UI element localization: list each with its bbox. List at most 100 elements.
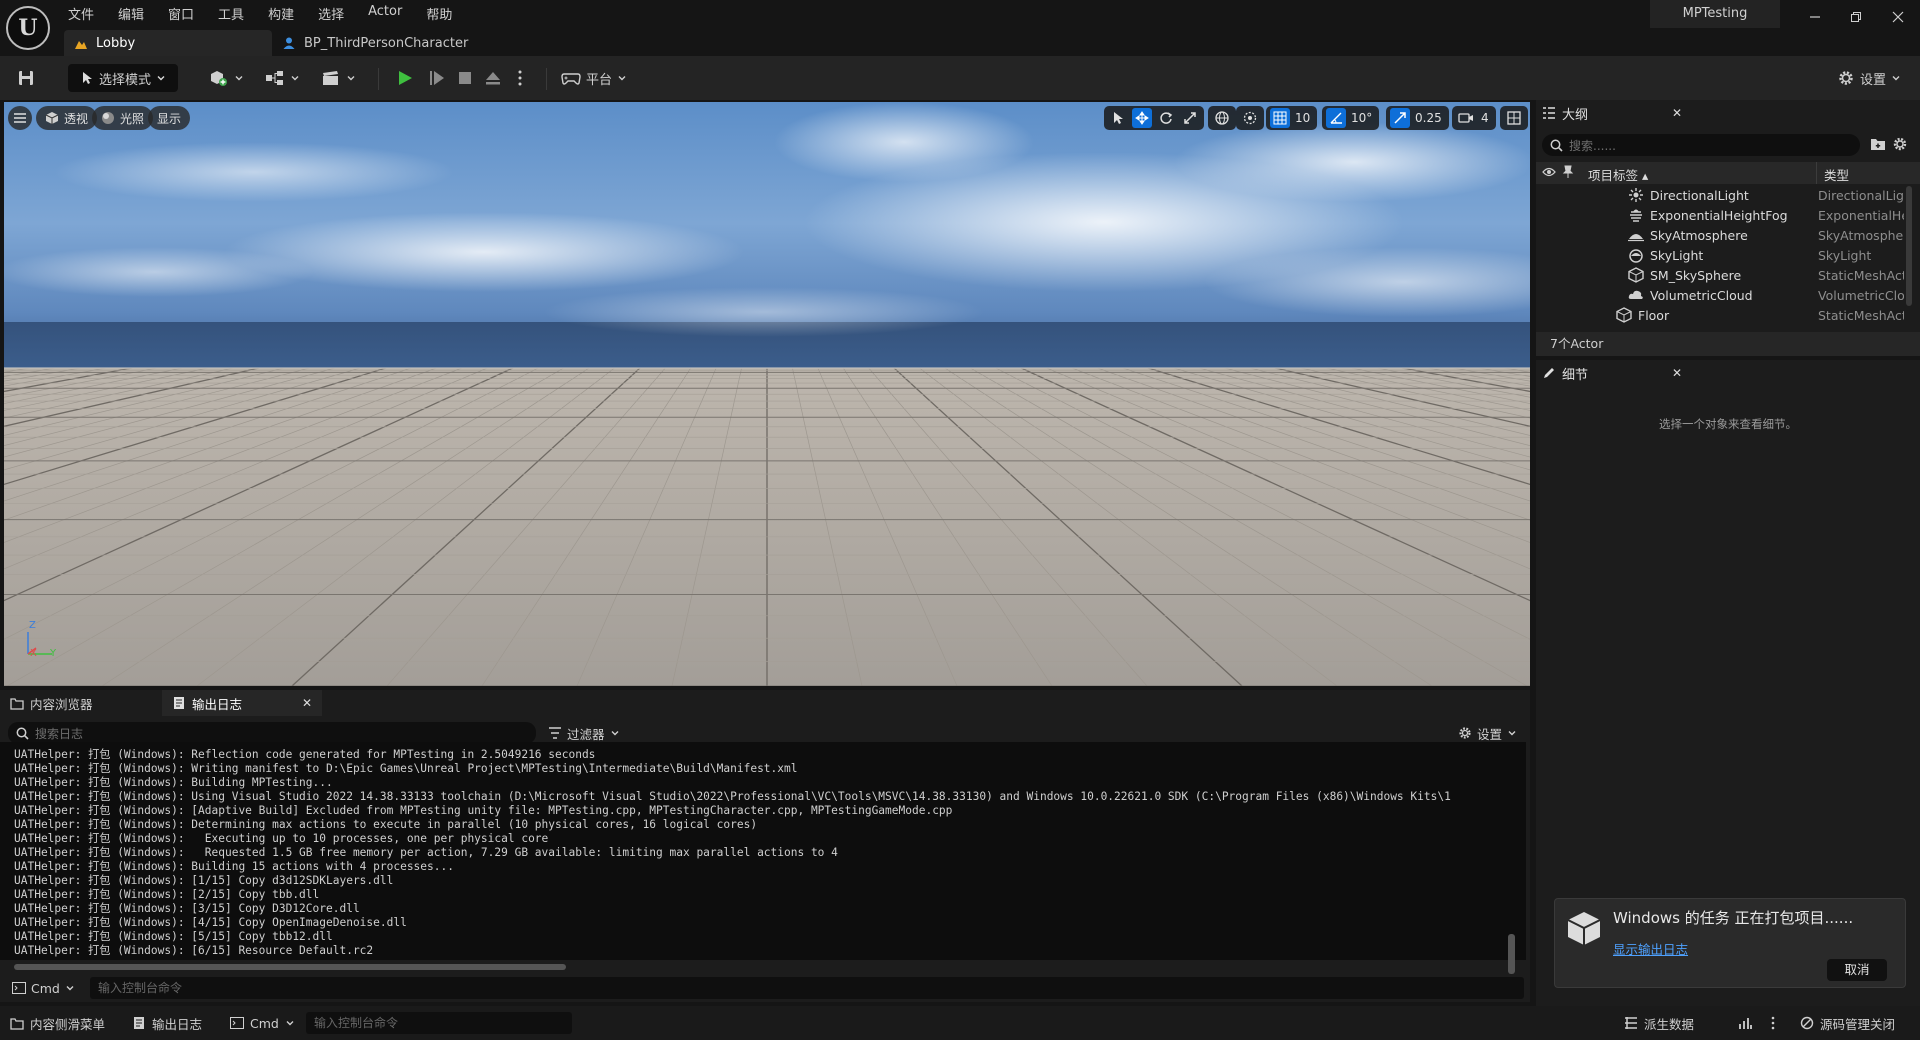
restore-button[interactable] <box>1836 0 1876 34</box>
menu-actor[interactable]: Actor <box>356 0 414 24</box>
lighting-button[interactable]: 光照 <box>92 106 154 130</box>
viewport-options-button[interactable] <box>8 106 32 130</box>
play-icon <box>399 71 412 85</box>
perspective-button[interactable]: 透视 <box>36 106 98 130</box>
unreal-logo-icon[interactable]: U <box>6 6 50 50</box>
directional-light-icon <box>1629 188 1643 202</box>
filter-label: 过滤器 <box>567 726 605 742</box>
menu-edit[interactable]: 编辑 <box>106 0 156 24</box>
translate-tool-button[interactable] <box>1132 108 1152 128</box>
visibility-column-icon[interactable] <box>1542 166 1556 178</box>
show-output-log-link[interactable]: 显示输出日志 <box>1613 939 1688 958</box>
revision-control-button[interactable] <box>1738 1012 1752 1034</box>
platforms-button[interactable]: 平台 <box>560 64 628 92</box>
log-vertical-scrollbar[interactable] <box>1508 934 1515 974</box>
outliner-close-button[interactable]: ✕ <box>1672 106 1682 120</box>
menu-build[interactable]: 构建 <box>256 0 306 24</box>
add-content-button[interactable] <box>206 64 246 92</box>
blueprint-menu-button[interactable] <box>262 64 302 92</box>
outliner-settings-button[interactable] <box>1892 136 1908 152</box>
tab-bp-label: BP_ThirdPersonCharacter <box>304 35 469 51</box>
add-folder-button[interactable] <box>1870 137 1886 151</box>
select-tool-button[interactable] <box>1108 108 1128 128</box>
log-horizontal-scrollbar[interactable] <box>14 964 566 970</box>
package-box-icon <box>1565 909 1603 947</box>
scale-tool-button[interactable] <box>1180 108 1200 128</box>
outliner-row[interactable]: SkyLight SkyLight <box>1536 245 1920 265</box>
settings-button[interactable]: 设置 <box>1834 64 1904 92</box>
cancel-button[interactable]: 取消 <box>1827 959 1887 981</box>
tab-content-browser[interactable]: 内容浏览器 <box>0 690 160 716</box>
tab-lobby[interactable]: Lobby <box>64 30 272 56</box>
chevron-down-icon <box>618 76 626 81</box>
menu-select[interactable]: 选择 <box>306 0 356 24</box>
play-button[interactable] <box>392 64 418 92</box>
status-console-input[interactable]: 输入控制台命令 <box>306 1012 572 1034</box>
viewport-layout-button[interactable] <box>1500 106 1528 130</box>
coordinate-space-button[interactable] <box>1208 106 1236 130</box>
camera-speed-button[interactable]: 4 <box>1452 106 1496 130</box>
status-cmd-dropdown[interactable]: Cmd <box>230 1012 295 1034</box>
status-output-log-label: 输出日志 <box>152 1016 203 1032</box>
stop-button[interactable] <box>452 64 478 92</box>
pin-column-icon[interactable] <box>1562 165 1574 179</box>
clapperboard-icon <box>322 71 338 85</box>
close-window-button[interactable] <box>1878 0 1918 34</box>
output-log-close-button[interactable]: ✕ <box>302 696 312 710</box>
output-log-text[interactable]: UATHelper: 打包 (Windows): Reflection code… <box>0 742 1526 960</box>
advance-frame-button[interactable] <box>424 64 450 92</box>
content-drawer-icon <box>10 1018 24 1030</box>
outliner-row[interactable]: Floor StaticMeshActor <box>1536 305 1920 325</box>
mode-select-label: 选择模式 <box>98 72 151 88</box>
search-icon <box>1550 139 1563 152</box>
tab-output-log[interactable]: 输出日志 <box>162 690 322 716</box>
outliner-search-input[interactable]: 搜索...... <box>1542 134 1860 156</box>
outliner-row[interactable]: ExponentialHeightFog ExponentialHeightFo… <box>1536 205 1920 225</box>
console-command-input[interactable]: 输入控制台命令 <box>90 977 1524 999</box>
details-close-button[interactable]: ✕ <box>1672 366 1682 380</box>
toolbar-separator <box>378 68 379 90</box>
cinematics-button[interactable] <box>318 64 358 92</box>
log-line: UATHelper: 打包 (Windows): [2/15] Copy tbb… <box>14 888 320 901</box>
sky-light-icon <box>1629 249 1643 263</box>
mode-select-dropdown[interactable]: 选择模式 <box>68 64 178 92</box>
outliner-scrollbar[interactable] <box>1906 186 1912 306</box>
status-output-log-button[interactable]: 输出日志 <box>132 1012 202 1034</box>
outliner-row[interactable]: SM_SkySphere StaticMeshActor <box>1536 265 1920 285</box>
content-drawer-button[interactable]: 内容侧滑菜单 <box>10 1012 105 1034</box>
minimize-button[interactable] <box>1795 0 1835 34</box>
derived-data-button[interactable]: 派生数据 <box>1624 1012 1694 1034</box>
outliner-row[interactable]: SkyAtmosphere SkyAtmosphere <box>1536 225 1920 245</box>
eject-button[interactable] <box>480 64 506 92</box>
column-type[interactable]: 类型 <box>1824 165 1849 184</box>
menu-file[interactable]: 文件 <box>56 0 106 24</box>
cmd-dropdown[interactable]: Cmd <box>12 977 75 999</box>
save-button[interactable] <box>12 64 40 92</box>
fog-icon <box>1630 209 1642 222</box>
status-more-button[interactable] <box>1770 1012 1776 1034</box>
level-viewport[interactable]: 透视 光照 显示 10 10° 0.25 4 Z X Y <box>4 102 1530 686</box>
log-settings-button[interactable]: 设置 <box>1458 722 1517 744</box>
tab-bp-third-person-character[interactable]: BP_ThirdPersonCharacter <box>272 30 478 56</box>
grid-snap-toggle[interactable]: 10 <box>1266 106 1318 130</box>
play-options-button[interactable] <box>510 64 530 92</box>
show-button[interactable]: 显示 <box>148 106 191 130</box>
source-control-label: 源码管理关闭 <box>1820 1016 1896 1032</box>
column-item-label[interactable]: 项目标签 ▴ <box>1588 165 1648 184</box>
select-mode-icon <box>82 72 92 84</box>
rotate-tool-button[interactable] <box>1156 108 1176 128</box>
rotation-snap-toggle[interactable]: 10° <box>1322 106 1380 130</box>
outliner-row[interactable]: DirectionalLight DirectionalLight <box>1536 185 1920 205</box>
outliner-row-type: DirectionalLight <box>1818 187 1904 203</box>
stop-icon <box>459 72 471 84</box>
filter-button[interactable]: 过滤器 <box>548 722 620 744</box>
menu-window[interactable]: 窗口 <box>156 0 206 24</box>
menu-tools[interactable]: 工具 <box>206 0 256 24</box>
layout-grid-icon <box>1504 108 1524 128</box>
menu-help[interactable]: 帮助 <box>414 0 464 24</box>
log-search-input[interactable]: 搜索日志 <box>8 722 536 744</box>
source-control-button[interactable]: 源码管理关闭 <box>1800 1012 1895 1034</box>
scale-snap-toggle[interactable]: 0.25 <box>1386 106 1449 130</box>
outliner-row[interactable]: VolumetricCloud VolumetricCloud <box>1536 285 1920 305</box>
surface-snap-button[interactable] <box>1236 106 1264 130</box>
